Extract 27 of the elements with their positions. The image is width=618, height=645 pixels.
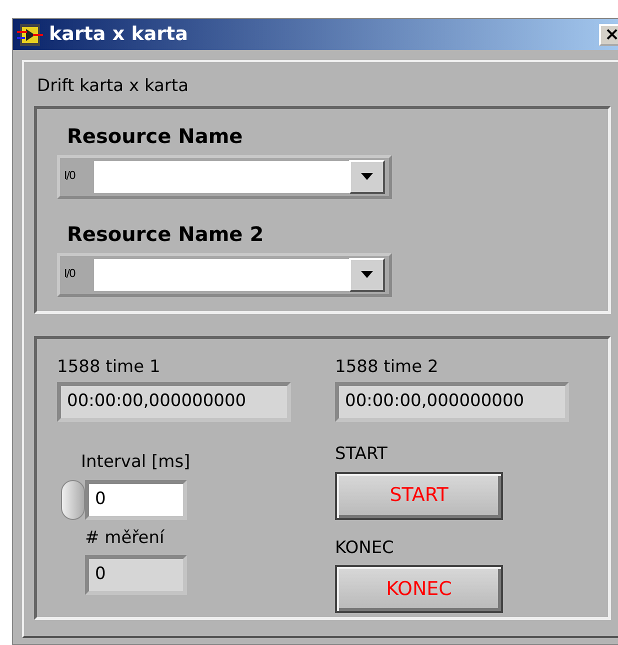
field-label: 1588 time 2 [335,356,438,378]
button-label: KONEC [335,536,394,560]
caret-icon [361,271,373,278]
window-title: karta x karta [49,22,188,48]
panel-title: Drift karta x karta [37,75,188,98]
increment-spinner[interactable] [61,480,85,520]
caret-icon [361,173,373,180]
button-label: START [335,443,388,466]
field-label: 1588 time 1 [57,356,160,378]
resource-dropdown[interactable]: I/0 [57,252,392,296]
dropdown-button[interactable] [349,258,385,292]
resource-dropdown[interactable]: I/0 [57,154,392,198]
io-prefix: I/0 [64,168,76,184]
count-indicator: 0 [85,555,187,595]
field-label: Resource Name 2 [67,220,264,248]
resource-field[interactable] [94,160,349,192]
interval-input[interactable]: 0 [85,480,187,520]
field-label: # měření [85,526,164,550]
vi-icon [17,22,43,46]
resource-field[interactable] [94,258,349,290]
field-label: Resource Name [67,122,243,150]
close-button[interactable]: × [599,24,618,46]
time-indicator: 00:00:00,000000000 [335,382,569,422]
io-prefix: I/0 [64,266,76,282]
time-indicator: 00:00:00,000000000 [57,382,291,422]
dropdown-button[interactable] [349,160,385,194]
field-label: Interval [ms] [81,451,190,474]
